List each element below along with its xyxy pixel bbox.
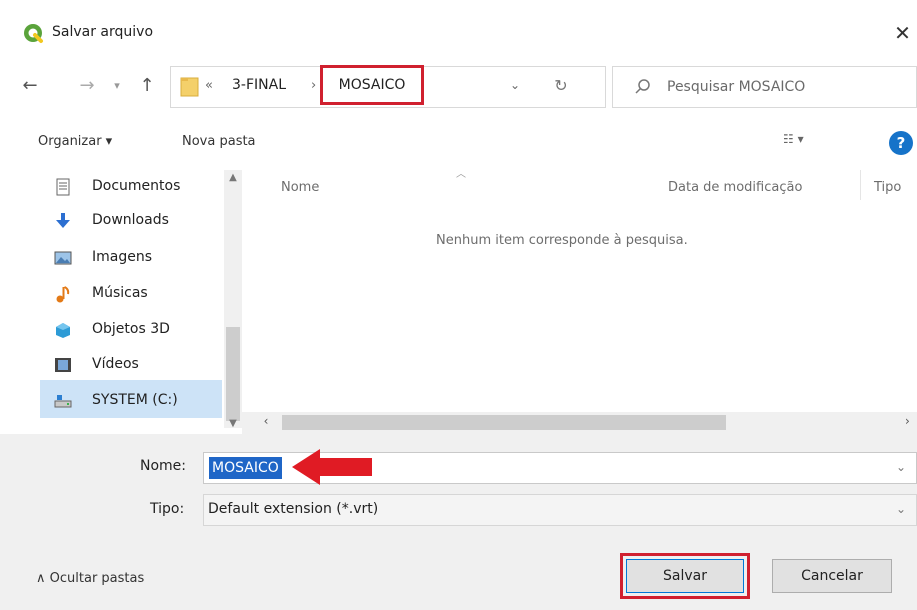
sort-caret-icon: ︿ <box>456 169 466 180</box>
sidebar-item-label: Downloads <box>92 212 169 228</box>
music-icon <box>56 286 70 303</box>
annotation-arrow-icon <box>292 449 372 485</box>
sidebar-item-label: Documentos <box>92 178 181 194</box>
close-button[interactable]: ✕ <box>888 20 917 46</box>
recent-locations-button[interactable]: ▾ <box>108 72 126 100</box>
videos-icon <box>55 358 71 372</box>
organize-button[interactable]: Organizar ▾ <box>38 134 112 149</box>
documents-icon <box>56 178 70 196</box>
3d-objects-icon <box>56 323 70 338</box>
horizontal-scrollbar-thumb[interactable] <box>282 415 726 430</box>
sidebar-item-downloads[interactable]: Downloads <box>54 206 234 238</box>
scroll-up-icon[interactable]: ▲ <box>224 172 242 188</box>
back-button[interactable]: ← <box>16 72 44 100</box>
breadcrumb-mosaico[interactable]: MOSAICO <box>320 65 424 105</box>
name-input[interactable]: MOSAICO <box>209 457 282 479</box>
breadcrumb-overflow[interactable]: « <box>205 78 213 93</box>
column-header-date[interactable]: Data de modificação <box>668 180 802 195</box>
sidebar-item-label: Músicas <box>92 285 148 301</box>
column-divider[interactable] <box>860 170 861 200</box>
sidebar-item-system-c[interactable]: SYSTEM (C:) <box>54 386 234 418</box>
save-button[interactable]: Salvar <box>626 559 744 593</box>
sidebar-item-musicas[interactable]: Músicas <box>54 279 234 311</box>
sidebar-item-objetos-3d[interactable]: Objetos 3D <box>54 315 234 347</box>
up-button[interactable]: ↑ <box>134 72 160 100</box>
window-title: Salvar arquivo <box>52 24 154 40</box>
downloads-icon <box>56 213 70 228</box>
sidebar-item-label: Vídeos <box>92 356 139 372</box>
chevron-down-icon[interactable]: ⌄ <box>896 460 906 474</box>
new-folder-button[interactable]: Nova pasta <box>182 134 256 149</box>
search-icon <box>635 79 650 94</box>
scroll-left-icon[interactable]: ‹ <box>258 414 274 432</box>
sidebar-item-imagens[interactable]: Imagens <box>54 243 234 275</box>
sidebar-item-videos[interactable]: Vídeos <box>54 350 234 382</box>
type-value[interactable]: Default extension (*.vrt) <box>208 501 378 517</box>
help-icon[interactable]: ? <box>889 131 913 155</box>
chevron-down-icon[interactable]: ⌄ <box>896 502 906 516</box>
pictures-icon <box>54 251 72 265</box>
sidebar-item-label: Objetos 3D <box>92 321 170 337</box>
address-dropdown-icon[interactable]: ⌄ <box>505 78 525 98</box>
hide-folders-button[interactable]: ∧ Ocultar pastas <box>36 571 144 586</box>
name-label: Nome: <box>140 458 187 474</box>
sidebar-item-label: SYSTEM (C:) <box>92 392 178 408</box>
forward-button[interactable]: → <box>76 72 98 100</box>
column-header-name[interactable]: Nome <box>281 180 319 195</box>
breadcrumb-3-final[interactable]: 3-FINAL <box>232 77 286 93</box>
navigation-scrollbar-thumb[interactable] <box>226 327 240 421</box>
cancel-button[interactable]: Cancelar <box>772 559 892 593</box>
column-header-type[interactable]: Tipo <box>874 180 901 195</box>
scroll-right-icon[interactable]: › <box>905 414 917 432</box>
qgis-icon <box>24 24 43 43</box>
empty-message: Nenhum item corresponde à pesquisa. <box>436 233 688 248</box>
type-label: Tipo: <box>150 501 185 517</box>
drive-icon <box>54 395 72 408</box>
breadcrumb-separator[interactable]: › <box>311 78 316 93</box>
search-input[interactable]: Pesquisar MOSAICO <box>667 79 805 95</box>
sidebar-item-label: Imagens <box>92 249 153 265</box>
toolbar <box>0 118 917 170</box>
sidebar-item-documentos[interactable]: Documentos <box>54 172 234 204</box>
folder-icon <box>180 77 199 97</box>
file-list[interactable] <box>242 170 917 428</box>
scroll-down-icon[interactable]: ▼ <box>224 418 242 434</box>
view-options-button[interactable]: ☷ ▾ <box>783 132 831 154</box>
refresh-button[interactable]: ↻ <box>548 76 574 100</box>
